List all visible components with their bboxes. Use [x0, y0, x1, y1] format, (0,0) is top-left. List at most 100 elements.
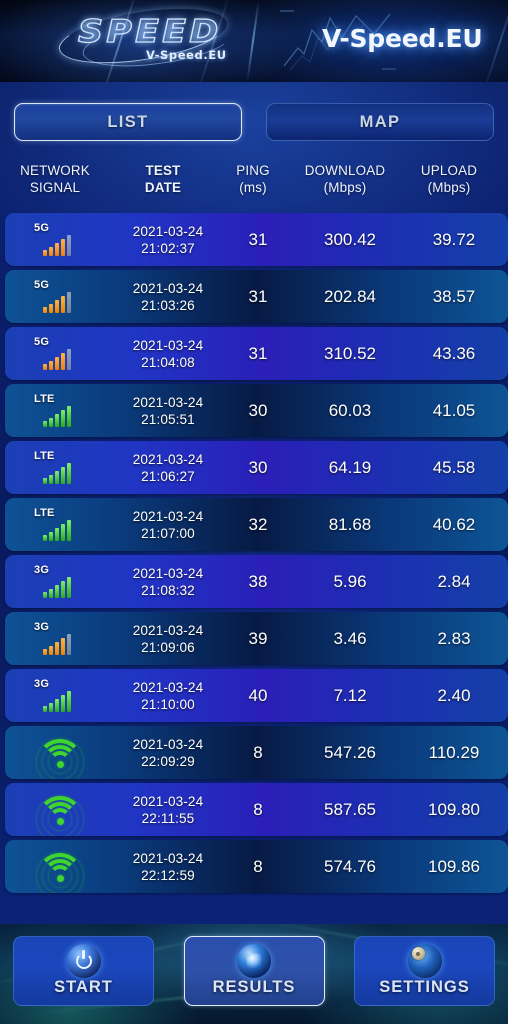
table-row[interactable]: 2021-03-24 22:09:29 8 547.26 110.29 [5, 726, 508, 779]
cell-download: 300.42 [324, 229, 376, 249]
table-row[interactable]: LTE 2021-03-24 21:06:27 30 64.19 45.58 [5, 441, 508, 494]
cell-upload: 2.84 [437, 571, 471, 591]
wifi-icon [37, 737, 83, 769]
test-time: 21:02:37 [141, 240, 195, 256]
signal-bars-icon: 3G [32, 564, 88, 600]
header-title: V-Speed.EU [322, 24, 483, 53]
column-header-line1: TEST [145, 163, 181, 178]
table-row[interactable]: 5G 2021-03-24 21:04:08 31 310.52 43.36 [5, 327, 508, 380]
table-row[interactable]: LTE 2021-03-24 21:07:00 32 81.68 40.62 [5, 498, 508, 551]
nav-label-settings: SETTINGS [379, 978, 470, 996]
cell-network-signal: 5G [5, 213, 115, 266]
test-time: 21:04:08 [141, 354, 195, 370]
cell-network-signal: LTE [5, 498, 115, 551]
cell-ping: 32 [248, 514, 268, 534]
test-time: 21:07:00 [141, 525, 195, 541]
nav-label-results: RESULTS [212, 978, 296, 996]
test-time: 21:08:32 [141, 582, 195, 598]
view-tabs: LIST MAP [0, 103, 508, 143]
cell-upload: 40.62 [432, 514, 476, 534]
nav-button-start[interactable]: START [13, 936, 154, 1006]
nav-button-results[interactable]: RESULTS [183, 936, 325, 1006]
test-date: 2021-03-24 [132, 679, 204, 695]
cell-test-date: 2021-03-24 21:05:51 [115, 384, 221, 437]
results-icon [237, 944, 271, 978]
tab-list[interactable]: LIST [14, 103, 242, 141]
cell-ping: 39 [248, 628, 268, 648]
cell-network-signal [5, 840, 115, 893]
network-type-label: 5G [34, 221, 50, 234]
table-row[interactable]: 2021-03-24 22:11:55 8 587.65 109.80 [5, 783, 508, 836]
column-header-network-signal: NETWORK SIGNAL [0, 162, 110, 196]
test-date: 2021-03-24 [132, 280, 204, 296]
column-header-line1: UPLOAD [420, 163, 478, 178]
speed-logo: SPEED V-Speed.EU [55, 0, 248, 75]
cell-test-date: 2021-03-24 22:12:59 [115, 840, 221, 893]
test-time: 22:12:59 [141, 867, 195, 883]
cell-download: 310.52 [324, 343, 376, 363]
signal-bars-icon: LTE [32, 393, 88, 429]
cell-network-signal: LTE [5, 384, 115, 437]
cell-test-date: 2021-03-24 21:06:27 [115, 441, 221, 494]
table-row[interactable]: 2021-03-24 22:12:59 8 574.76 109.86 [5, 840, 508, 893]
network-type-label: 5G [34, 335, 50, 348]
signal-bars-icon: 3G [32, 621, 88, 657]
column-header-line2: (Mbps) [427, 180, 471, 195]
power-icon [66, 944, 101, 978]
test-time: 21:06:27 [141, 468, 195, 484]
app-header: SPEED V-Speed.EU V-Speed.EU [0, 0, 508, 82]
app-root: SPEED V-Speed.EU V-Speed.EU LIST MAP NET… [0, 0, 508, 1024]
column-header-upload: UPLOAD (Mbps) [400, 162, 498, 196]
cell-upload: 38.57 [432, 286, 476, 306]
cell-download: 547.26 [324, 742, 376, 762]
cell-ping: 8 [253, 742, 263, 762]
network-type-label: 3G [34, 563, 50, 576]
table-row[interactable]: 3G 2021-03-24 21:08:32 38 5.96 2.84 [5, 555, 508, 608]
cell-test-date: 2021-03-24 21:09:06 [115, 612, 221, 665]
column-header-download: DOWNLOAD (Mbps) [290, 162, 400, 196]
test-date: 2021-03-24 [132, 793, 204, 809]
test-time: 21:05:51 [141, 411, 195, 427]
table-row[interactable]: 3G 2021-03-24 21:09:06 39 3.46 2.83 [5, 612, 508, 665]
logo-subtitle: V-Speed.EU [146, 48, 227, 62]
table-row[interactable]: LTE 2021-03-24 21:05:51 30 60.03 41.05 [5, 384, 508, 437]
cell-upload: 41.05 [432, 400, 476, 420]
signal-bars-icon: LTE [32, 450, 88, 486]
table-header: NETWORK SIGNAL TEST DATE PING (ms) DOWNL… [0, 162, 508, 208]
cell-ping: 8 [253, 856, 263, 876]
test-time: 22:09:29 [141, 753, 195, 769]
cell-upload: 2.40 [437, 685, 471, 705]
cell-download: 587.65 [324, 799, 376, 819]
table-row[interactable]: 3G 2021-03-24 21:10:00 40 7.12 2.40 [5, 669, 508, 722]
test-date: 2021-03-24 [132, 394, 204, 410]
tab-map[interactable]: MAP [266, 103, 494, 141]
cell-upload: 109.80 [428, 799, 480, 819]
cell-download: 3.46 [333, 628, 367, 648]
cell-network-signal: LTE [5, 441, 115, 494]
test-date: 2021-03-24 [132, 508, 204, 524]
cell-network-signal: 5G [5, 270, 115, 323]
table-row[interactable]: 5G 2021-03-24 21:02:37 31 300.42 39.72 [5, 213, 508, 266]
cell-ping: 31 [248, 286, 268, 306]
cell-test-date: 2021-03-24 21:03:26 [115, 270, 221, 323]
cell-ping: 40 [248, 685, 268, 705]
wifi-icon [37, 851, 83, 883]
cell-network-signal: 3G [5, 669, 115, 722]
cell-network-signal [5, 726, 115, 779]
network-type-label: 3G [34, 620, 50, 633]
network-type-label: 5G [34, 278, 50, 291]
table-row[interactable]: 5G 2021-03-24 21:03:26 31 202.84 38.57 [5, 270, 508, 323]
column-header-ping: PING (ms) [216, 162, 290, 196]
column-header-test-date: TEST DATE [110, 162, 216, 196]
cell-upload: 109.86 [428, 856, 480, 876]
column-header-line1: DOWNLOAD [304, 163, 386, 178]
cell-test-date: 2021-03-24 21:10:00 [115, 669, 221, 722]
cell-download: 64.19 [328, 457, 372, 477]
test-date: 2021-03-24 [132, 736, 204, 752]
bottom-nav-buttons: START RESULTS SETTINGS [0, 936, 508, 1006]
nav-button-settings[interactable]: SETTINGS [354, 936, 495, 1006]
header-divider [246, 0, 260, 82]
column-header-line1: PING [236, 163, 270, 178]
cell-download: 60.03 [328, 400, 372, 420]
results-list[interactable]: 5G 2021-03-24 21:02:37 31 300.42 39.72 5G 2021-… [0, 213, 508, 897]
